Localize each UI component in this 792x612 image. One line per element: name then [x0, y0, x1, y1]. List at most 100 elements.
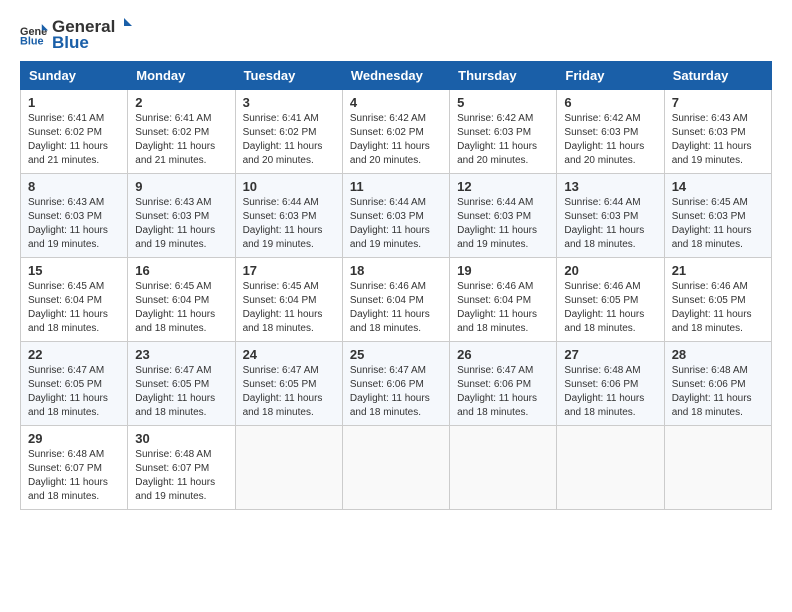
calendar-cell: 20 Sunrise: 6:46 AMSunset: 6:05 PMDaylig… — [557, 258, 664, 342]
day-number: 4 — [350, 95, 442, 110]
day-number: 10 — [243, 179, 335, 194]
day-number: 30 — [135, 431, 227, 446]
day-info: Sunrise: 6:44 AMSunset: 6:03 PMDaylight:… — [350, 197, 430, 250]
calendar-week-row: 22 Sunrise: 6:47 AMSunset: 6:05 PMDaylig… — [21, 342, 772, 426]
day-info: Sunrise: 6:41 AMSunset: 6:02 PMDaylight:… — [243, 113, 323, 166]
calendar-cell — [235, 426, 342, 510]
day-number: 1 — [28, 95, 120, 110]
day-info: Sunrise: 6:44 AMSunset: 6:03 PMDaylight:… — [457, 197, 537, 250]
day-info: Sunrise: 6:47 AMSunset: 6:05 PMDaylight:… — [243, 365, 323, 418]
calendar-day-header: Friday — [557, 62, 664, 90]
day-info: Sunrise: 6:46 AMSunset: 6:04 PMDaylight:… — [350, 281, 430, 334]
day-number: 22 — [28, 347, 120, 362]
day-number: 26 — [457, 347, 549, 362]
day-number: 13 — [564, 179, 656, 194]
svg-text:Blue: Blue — [20, 35, 44, 47]
day-info: Sunrise: 6:47 AMSunset: 6:06 PMDaylight:… — [350, 365, 430, 418]
calendar-cell: 15 Sunrise: 6:45 AMSunset: 6:04 PMDaylig… — [21, 258, 128, 342]
logo: General Blue General Blue — [20, 16, 133, 53]
calendar-cell: 22 Sunrise: 6:47 AMSunset: 6:05 PMDaylig… — [21, 342, 128, 426]
calendar-day-header: Wednesday — [342, 62, 449, 90]
calendar-cell: 1 Sunrise: 6:41 AMSunset: 6:02 PMDayligh… — [21, 90, 128, 174]
day-info: Sunrise: 6:46 AMSunset: 6:05 PMDaylight:… — [672, 281, 752, 334]
day-info: Sunrise: 6:43 AMSunset: 6:03 PMDaylight:… — [672, 113, 752, 166]
calendar-cell — [342, 426, 449, 510]
day-number: 5 — [457, 95, 549, 110]
calendar-cell: 14 Sunrise: 6:45 AMSunset: 6:03 PMDaylig… — [664, 174, 771, 258]
calendar-cell — [664, 426, 771, 510]
calendar-week-row: 1 Sunrise: 6:41 AMSunset: 6:02 PMDayligh… — [21, 90, 772, 174]
day-number: 21 — [672, 263, 764, 278]
day-info: Sunrise: 6:42 AMSunset: 6:02 PMDaylight:… — [350, 113, 430, 166]
calendar-week-row: 8 Sunrise: 6:43 AMSunset: 6:03 PMDayligh… — [21, 174, 772, 258]
day-number: 18 — [350, 263, 442, 278]
day-number: 19 — [457, 263, 549, 278]
day-number: 17 — [243, 263, 335, 278]
calendar-cell: 19 Sunrise: 6:46 AMSunset: 6:04 PMDaylig… — [450, 258, 557, 342]
day-number: 16 — [135, 263, 227, 278]
calendar-cell: 7 Sunrise: 6:43 AMSunset: 6:03 PMDayligh… — [664, 90, 771, 174]
calendar-cell: 8 Sunrise: 6:43 AMSunset: 6:03 PMDayligh… — [21, 174, 128, 258]
calendar-cell: 3 Sunrise: 6:41 AMSunset: 6:02 PMDayligh… — [235, 90, 342, 174]
day-number: 29 — [28, 431, 120, 446]
day-number: 8 — [28, 179, 120, 194]
calendar-cell: 18 Sunrise: 6:46 AMSunset: 6:04 PMDaylig… — [342, 258, 449, 342]
day-info: Sunrise: 6:44 AMSunset: 6:03 PMDaylight:… — [243, 197, 323, 250]
day-number: 28 — [672, 347, 764, 362]
day-info: Sunrise: 6:45 AMSunset: 6:04 PMDaylight:… — [135, 281, 215, 334]
calendar-cell: 10 Sunrise: 6:44 AMSunset: 6:03 PMDaylig… — [235, 174, 342, 258]
calendar-cell: 11 Sunrise: 6:44 AMSunset: 6:03 PMDaylig… — [342, 174, 449, 258]
calendar-cell: 27 Sunrise: 6:48 AMSunset: 6:06 PMDaylig… — [557, 342, 664, 426]
day-info: Sunrise: 6:45 AMSunset: 6:03 PMDaylight:… — [672, 197, 752, 250]
day-number: 9 — [135, 179, 227, 194]
calendar-cell — [557, 426, 664, 510]
calendar-cell: 28 Sunrise: 6:48 AMSunset: 6:06 PMDaylig… — [664, 342, 771, 426]
day-number: 15 — [28, 263, 120, 278]
day-info: Sunrise: 6:45 AMSunset: 6:04 PMDaylight:… — [243, 281, 323, 334]
day-info: Sunrise: 6:46 AMSunset: 6:04 PMDaylight:… — [457, 281, 537, 334]
calendar-day-header: Tuesday — [235, 62, 342, 90]
calendar-cell: 4 Sunrise: 6:42 AMSunset: 6:02 PMDayligh… — [342, 90, 449, 174]
day-number: 25 — [350, 347, 442, 362]
calendar-day-header: Sunday — [21, 62, 128, 90]
day-number: 14 — [672, 179, 764, 194]
day-number: 11 — [350, 179, 442, 194]
day-number: 2 — [135, 95, 227, 110]
day-info: Sunrise: 6:43 AMSunset: 6:03 PMDaylight:… — [28, 197, 108, 250]
day-number: 12 — [457, 179, 549, 194]
calendar-cell — [450, 426, 557, 510]
day-info: Sunrise: 6:42 AMSunset: 6:03 PMDaylight:… — [457, 113, 537, 166]
day-number: 6 — [564, 95, 656, 110]
calendar-day-header: Saturday — [664, 62, 771, 90]
calendar-cell: 16 Sunrise: 6:45 AMSunset: 6:04 PMDaylig… — [128, 258, 235, 342]
calendar-day-header: Thursday — [450, 62, 557, 90]
calendar-cell: 12 Sunrise: 6:44 AMSunset: 6:03 PMDaylig… — [450, 174, 557, 258]
day-number: 23 — [135, 347, 227, 362]
day-info: Sunrise: 6:46 AMSunset: 6:05 PMDaylight:… — [564, 281, 644, 334]
calendar-cell: 25 Sunrise: 6:47 AMSunset: 6:06 PMDaylig… — [342, 342, 449, 426]
day-number: 7 — [672, 95, 764, 110]
calendar-cell: 13 Sunrise: 6:44 AMSunset: 6:03 PMDaylig… — [557, 174, 664, 258]
calendar-header-row: SundayMondayTuesdayWednesdayThursdayFrid… — [21, 62, 772, 90]
day-number: 3 — [243, 95, 335, 110]
day-number: 24 — [243, 347, 335, 362]
calendar-table: SundayMondayTuesdayWednesdayThursdayFrid… — [20, 61, 772, 510]
logo-arrow-icon — [116, 16, 132, 32]
day-info: Sunrise: 6:45 AMSunset: 6:04 PMDaylight:… — [28, 281, 108, 334]
calendar-cell: 26 Sunrise: 6:47 AMSunset: 6:06 PMDaylig… — [450, 342, 557, 426]
day-info: Sunrise: 6:48 AMSunset: 6:06 PMDaylight:… — [672, 365, 752, 418]
calendar-cell: 6 Sunrise: 6:42 AMSunset: 6:03 PMDayligh… — [557, 90, 664, 174]
day-info: Sunrise: 6:47 AMSunset: 6:05 PMDaylight:… — [28, 365, 108, 418]
day-info: Sunrise: 6:48 AMSunset: 6:07 PMDaylight:… — [135, 449, 215, 502]
day-info: Sunrise: 6:41 AMSunset: 6:02 PMDaylight:… — [135, 113, 215, 166]
calendar-cell: 24 Sunrise: 6:47 AMSunset: 6:05 PMDaylig… — [235, 342, 342, 426]
logo-icon: General Blue — [20, 21, 48, 49]
calendar-day-header: Monday — [128, 62, 235, 90]
day-info: Sunrise: 6:48 AMSunset: 6:07 PMDaylight:… — [28, 449, 108, 502]
calendar-cell: 29 Sunrise: 6:48 AMSunset: 6:07 PMDaylig… — [21, 426, 128, 510]
calendar-cell: 17 Sunrise: 6:45 AMSunset: 6:04 PMDaylig… — [235, 258, 342, 342]
day-info: Sunrise: 6:47 AMSunset: 6:05 PMDaylight:… — [135, 365, 215, 418]
calendar-cell: 21 Sunrise: 6:46 AMSunset: 6:05 PMDaylig… — [664, 258, 771, 342]
calendar-week-row: 15 Sunrise: 6:45 AMSunset: 6:04 PMDaylig… — [21, 258, 772, 342]
day-info: Sunrise: 6:43 AMSunset: 6:03 PMDaylight:… — [135, 197, 215, 250]
